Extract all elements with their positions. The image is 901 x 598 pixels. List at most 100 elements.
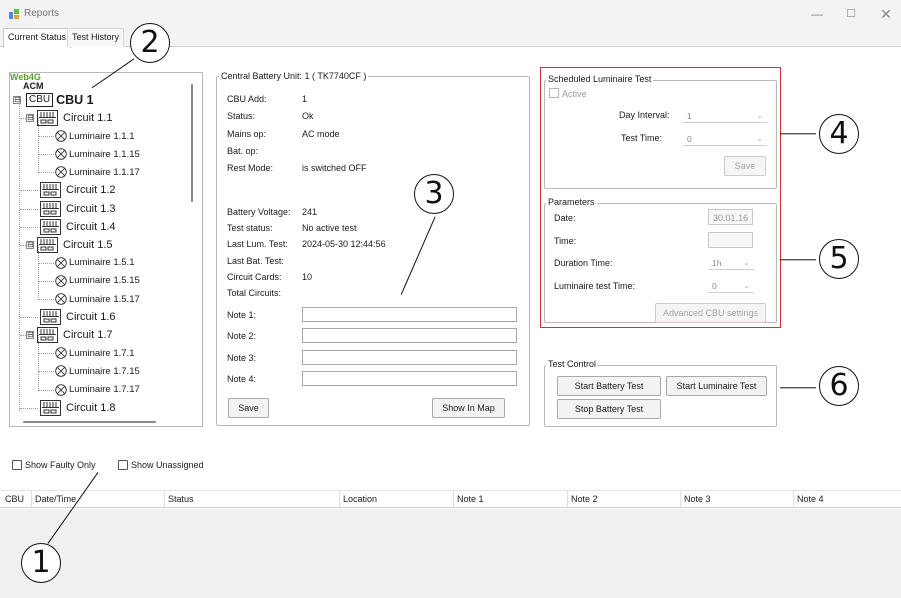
tree-node-luminaire[interactable]: Luminaire 1.1.1 xyxy=(55,127,134,145)
results-table-header xyxy=(0,490,901,508)
show-unassigned-checkbox[interactable] xyxy=(118,460,128,470)
advanced-cbu-settings-button[interactable]: Advanced CBU settings xyxy=(655,303,766,323)
column-separator[interactable] xyxy=(680,491,681,507)
tree-node-circuit[interactable]: Circuit 1.8 xyxy=(40,399,116,417)
luminaire-label: Luminaire 1.5.1 xyxy=(69,257,135,269)
cbu-field-label: Last Bat. Test: xyxy=(227,255,284,266)
tree-connector xyxy=(39,154,54,156)
column-separator[interactable] xyxy=(567,491,568,507)
column-header[interactable]: Note 3 xyxy=(684,494,711,504)
minimize-button[interactable]: — xyxy=(807,6,827,22)
tree-node-luminaire[interactable]: Luminaire 1.5.17 xyxy=(55,290,140,308)
column-header[interactable]: Note 1 xyxy=(457,494,484,504)
luminaire-icon xyxy=(55,130,67,142)
active-checkbox[interactable] xyxy=(549,88,559,98)
schedule-save-button[interactable]: Save xyxy=(724,156,766,176)
cbu-field-value: Ok xyxy=(302,111,314,122)
tree-node-circuit[interactable]: Circuit 1.6 xyxy=(40,308,116,326)
tree-node-circuit[interactable]: Circuit 1.2 xyxy=(40,181,116,199)
start-luminaire-test-button[interactable]: Start Luminaire Test xyxy=(666,376,767,396)
circuit-label: Circuit 1.2 xyxy=(66,184,116,197)
column-header[interactable]: Note 2 xyxy=(571,494,598,504)
note-input-3[interactable] xyxy=(302,349,517,365)
column-header[interactable]: Date/Time xyxy=(35,494,76,504)
tree-connector xyxy=(20,226,38,228)
callout-leader-line xyxy=(780,133,816,135)
duration-time-label: Duration Time: xyxy=(554,258,613,268)
start-battery-test-button[interactable]: Start Battery Test xyxy=(557,376,661,396)
cbu-field-label: Rest Mode: xyxy=(227,163,274,174)
time-field[interactable] xyxy=(708,232,753,248)
cbu-save-button[interactable]: Save xyxy=(228,398,269,418)
date-field[interactable]: 30.01.16 xyxy=(708,209,753,225)
column-separator[interactable] xyxy=(453,491,454,507)
column-separator[interactable] xyxy=(164,491,165,507)
circuit-card-icon xyxy=(37,236,58,253)
tree-node-luminaire[interactable]: Luminaire 1.1.17 xyxy=(55,163,140,181)
cbu-label: CBU 1 xyxy=(56,93,94,107)
tree-node-luminaire[interactable]: Luminaire 1.5.1 xyxy=(55,254,134,272)
note-input-1[interactable] xyxy=(302,307,517,322)
tree-collapse-icon[interactable]: ⊟ xyxy=(26,240,34,249)
tree-connector xyxy=(20,407,38,409)
luminaire-icon xyxy=(55,347,67,360)
maximize-button[interactable]: ☐ xyxy=(841,6,861,22)
stop-battery-test-button[interactable]: Stop Battery Test xyxy=(557,399,661,419)
day-interval-dropdown[interactable]: 1 ⌄ xyxy=(683,109,767,123)
luminaire-icon xyxy=(55,275,67,287)
show-faulty-only-checkbox[interactable] xyxy=(12,460,22,470)
luminaire-test-time-dropdown[interactable]: 0 ⌄ xyxy=(708,279,754,293)
column-header[interactable]: Status xyxy=(168,494,194,504)
test-time-dropdown[interactable]: 0 ⌄ xyxy=(683,132,767,146)
tree-collapse-icon[interactable]: ⊟ xyxy=(26,114,34,122)
tree-node-luminaire[interactable]: Luminaire 1.7.1 xyxy=(55,344,134,362)
tree-node-circuit[interactable]: Circuit 1.3 xyxy=(40,200,116,218)
column-header[interactable]: Location xyxy=(343,494,377,504)
tree-node-luminaire[interactable]: Luminaire 1.7.15 xyxy=(55,362,140,380)
circuit-label: Circuit 1.8 xyxy=(66,401,116,414)
tree-node-circuit[interactable]: Circuit 1.4 xyxy=(40,218,116,236)
column-separator[interactable] xyxy=(793,491,794,507)
tree-node-luminaire[interactable]: Luminaire 1.7.17 xyxy=(55,381,140,399)
tree-node-circuit[interactable]: ⊟ Circuit 1.1 xyxy=(26,109,113,127)
tree-node-cbu[interactable]: ⊟ CBU CBU 1 xyxy=(13,91,94,109)
circuit-label: Circuit 1.1 xyxy=(63,112,113,124)
test-control-title: Test Control xyxy=(546,359,599,369)
duration-time-dropdown[interactable]: 1h ⌄ xyxy=(708,256,754,270)
tree-connector xyxy=(39,136,54,138)
luminaire-icon xyxy=(55,293,67,305)
column-header[interactable]: CBU xyxy=(5,494,24,504)
scheduled-test-title: Scheduled Luminaire Test xyxy=(546,74,654,84)
active-label: Active xyxy=(562,89,587,99)
circuit-card-icon xyxy=(40,200,61,217)
tree-collapse-icon[interactable]: ⊟ xyxy=(26,331,34,340)
title-bar xyxy=(0,0,901,28)
tree-horizontal-scrollbar[interactable] xyxy=(23,421,156,423)
circuit-label: Circuit 1.6 xyxy=(66,311,116,324)
note-input-2[interactable] xyxy=(302,328,517,344)
note-input-4[interactable] xyxy=(302,370,517,386)
cbu-field-label: CBU Add: xyxy=(227,94,267,104)
close-button[interactable]: ✕ xyxy=(876,6,896,22)
tree-vertical-scrollbar[interactable] xyxy=(191,84,193,202)
luminaire-label: Luminaire 1.7.1 xyxy=(69,347,135,359)
tree-node-circuit[interactable]: ⊟ Circuit 1.7 xyxy=(26,326,113,344)
cbu-field-label: Total Circuits: xyxy=(227,288,282,298)
cbu-field-label: Circuit Cards: xyxy=(227,271,282,282)
note-label: Note 1: xyxy=(227,310,257,320)
tab-current-status[interactable]: Current Status xyxy=(3,28,72,48)
tree-connector xyxy=(39,371,54,373)
column-separator[interactable] xyxy=(339,491,340,507)
circuit-card-icon xyxy=(40,218,61,235)
show-in-map-button[interactable]: Show In Map xyxy=(432,398,505,418)
tree-node-luminaire[interactable]: Luminaire 1.1.15 xyxy=(55,145,140,163)
tree-node-luminaire[interactable]: Luminaire 1.5.15 xyxy=(55,272,140,290)
callout-marker-3: 3 xyxy=(414,174,454,214)
tree-connector xyxy=(19,103,20,411)
column-separator[interactable] xyxy=(31,491,32,507)
tab-test-history[interactable]: Test History xyxy=(67,28,125,47)
parameters-title: Parameters xyxy=(546,197,597,207)
results-table-body[interactable] xyxy=(0,509,901,598)
tree-node-circuit[interactable]: ⊟ Circuit 1.5 xyxy=(26,236,113,254)
column-header[interactable]: Note 4 xyxy=(797,494,824,504)
